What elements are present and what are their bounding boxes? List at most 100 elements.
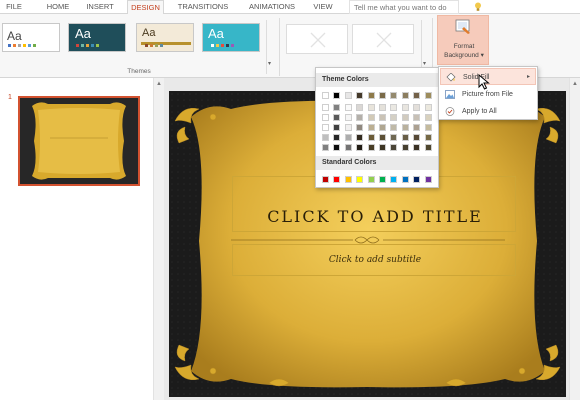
theme-label: Aa bbox=[142, 27, 156, 39]
standard-color-swatch[interactable] bbox=[413, 176, 421, 183]
theme-color-swatch[interactable] bbox=[344, 134, 352, 141]
tab-view[interactable]: VIEW bbox=[308, 0, 338, 14]
theme-color-swatch[interactable] bbox=[322, 114, 329, 121]
thumbnail-scrollbar[interactable]: ▲ bbox=[153, 78, 164, 400]
theme-color-swatch[interactable] bbox=[367, 104, 375, 111]
scroll-up-icon[interactable]: ▲ bbox=[156, 81, 162, 87]
theme-color-swatch[interactable] bbox=[401, 134, 409, 141]
theme-color-swatch[interactable] bbox=[322, 144, 329, 151]
theme-color-swatch[interactable] bbox=[390, 134, 398, 141]
theme-color-swatch[interactable] bbox=[401, 124, 409, 131]
theme-color-swatch[interactable] bbox=[390, 92, 398, 99]
theme-color-swatch[interactable] bbox=[333, 144, 341, 151]
format-background-button[interactable]: Format Background ▾ bbox=[437, 15, 489, 65]
theme-color-swatch[interactable] bbox=[379, 144, 386, 151]
theme-color-swatch[interactable] bbox=[424, 104, 432, 111]
standard-color-swatch[interactable] bbox=[390, 176, 398, 183]
standard-color-swatch[interactable] bbox=[356, 176, 364, 183]
theme-color-swatch[interactable] bbox=[344, 144, 352, 151]
tab-transitions[interactable]: TRANSITIONS bbox=[173, 0, 233, 14]
theme-color-swatch[interactable] bbox=[413, 114, 421, 121]
theme-color-swatch[interactable] bbox=[344, 92, 352, 99]
theme-color-swatch[interactable] bbox=[379, 124, 386, 131]
theme-color-swatch[interactable] bbox=[424, 124, 432, 131]
theme-color-swatch[interactable] bbox=[390, 114, 398, 121]
tab-design[interactable]: DESIGN bbox=[127, 0, 164, 15]
theme-color-swatch[interactable] bbox=[401, 104, 409, 111]
theme-gallery-more-button[interactable]: ▾ bbox=[266, 20, 275, 74]
standard-color-swatch[interactable] bbox=[379, 176, 386, 183]
standard-color-swatch[interactable] bbox=[322, 176, 329, 183]
theme-color-swatch[interactable] bbox=[413, 104, 421, 111]
theme-thumbnail-dark[interactable]: Aa bbox=[68, 23, 126, 52]
theme-color-swatch[interactable] bbox=[401, 114, 409, 121]
theme-color-swatch[interactable] bbox=[379, 92, 386, 99]
theme-color-swatch[interactable] bbox=[322, 104, 329, 111]
tab-home[interactable]: HOME bbox=[38, 0, 78, 14]
subtitle-placeholder-text: Click to add subtitle bbox=[328, 255, 422, 265]
theme-color-swatch[interactable] bbox=[344, 114, 352, 121]
standard-color-swatch[interactable] bbox=[333, 176, 341, 183]
theme-color-swatch[interactable] bbox=[344, 124, 352, 131]
theme-color-swatch[interactable] bbox=[413, 124, 421, 131]
standard-color-swatch[interactable] bbox=[401, 176, 409, 183]
editor-scrollbar[interactable]: ▲ bbox=[569, 78, 580, 400]
theme-color-swatch[interactable] bbox=[424, 144, 432, 151]
theme-color-swatch[interactable] bbox=[367, 134, 375, 141]
theme-color-swatch[interactable] bbox=[401, 92, 409, 99]
subtitle-placeholder[interactable]: Click to add subtitle bbox=[232, 244, 516, 276]
variant-gallery-more-button[interactable]: ▾ bbox=[421, 20, 430, 74]
tab-animations[interactable]: ANIMATIONS bbox=[244, 0, 300, 14]
theme-color-swatch[interactable] bbox=[401, 144, 409, 151]
theme-color-swatch[interactable] bbox=[424, 134, 432, 141]
theme-thumbnail-teal[interactable]: Aa bbox=[202, 23, 260, 52]
standard-color-swatch[interactable] bbox=[344, 176, 352, 183]
theme-color-swatch[interactable] bbox=[356, 114, 364, 121]
theme-color-swatch[interactable] bbox=[322, 134, 329, 141]
slide-thumbnail-image bbox=[20, 98, 138, 184]
theme-color-swatch[interactable] bbox=[333, 104, 341, 111]
theme-color-swatch[interactable] bbox=[356, 92, 364, 99]
theme-color-swatch[interactable] bbox=[322, 124, 329, 131]
tell-me-search-input[interactable]: Tell me what you want to do bbox=[349, 0, 459, 14]
theme-color-swatch[interactable] bbox=[333, 134, 341, 141]
variant-thumbnail-empty[interactable] bbox=[286, 24, 348, 54]
menu-item-apply-to-all[interactable]: Apply to All bbox=[440, 103, 536, 120]
theme-color-swatch[interactable] bbox=[333, 124, 341, 131]
theme-color-swatch[interactable] bbox=[390, 144, 398, 151]
theme-color-swatch[interactable] bbox=[356, 134, 364, 141]
theme-color-swatch[interactable] bbox=[367, 114, 375, 121]
theme-color-swatch[interactable] bbox=[413, 92, 421, 99]
theme-color-swatch[interactable] bbox=[424, 114, 432, 121]
theme-color-swatch[interactable] bbox=[413, 144, 421, 151]
theme-color-swatch[interactable] bbox=[356, 144, 364, 151]
theme-color-swatch[interactable] bbox=[356, 124, 364, 131]
theme-color-swatch[interactable] bbox=[367, 124, 375, 131]
theme-color-swatch[interactable] bbox=[390, 124, 398, 131]
theme-thumbnail-office[interactable]: Aa bbox=[2, 23, 60, 52]
tab-insert[interactable]: INSERT bbox=[82, 0, 118, 14]
standard-color-swatch[interactable] bbox=[424, 176, 432, 183]
slide-thumbnail[interactable] bbox=[18, 96, 140, 186]
theme-color-swatch[interactable] bbox=[413, 134, 421, 141]
theme-color-swatch[interactable] bbox=[379, 114, 386, 121]
standard-color-swatch[interactable] bbox=[367, 176, 375, 183]
theme-thumbnail-vintage[interactable]: Aa bbox=[136, 23, 194, 52]
theme-color-swatch[interactable] bbox=[344, 104, 352, 111]
variant-thumbnail-empty[interactable] bbox=[352, 24, 414, 54]
scroll-up-icon[interactable]: ▲ bbox=[572, 81, 578, 87]
theme-color-swatch[interactable] bbox=[379, 104, 386, 111]
theme-color-swatch[interactable] bbox=[367, 92, 375, 99]
theme-colors-header: Theme Colors bbox=[316, 73, 438, 87]
theme-color-swatch[interactable] bbox=[322, 92, 329, 99]
theme-color-swatch[interactable] bbox=[367, 144, 375, 151]
theme-color-swatch[interactable] bbox=[424, 92, 432, 99]
empty-x-icon bbox=[376, 32, 392, 48]
theme-color-swatch[interactable] bbox=[333, 114, 341, 121]
tab-file[interactable]: FILE bbox=[0, 0, 28, 14]
theme-color-swatch[interactable] bbox=[390, 104, 398, 111]
theme-color-swatch[interactable] bbox=[356, 104, 364, 111]
theme-color-swatch[interactable] bbox=[379, 134, 386, 141]
theme-swatch bbox=[216, 44, 219, 47]
theme-color-swatch[interactable] bbox=[333, 92, 341, 99]
